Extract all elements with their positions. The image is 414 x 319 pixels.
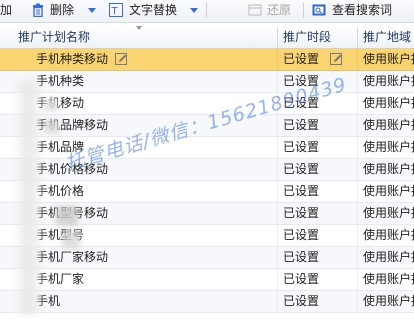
- plan-name-cell[interactable]: 手机移动: [36, 93, 276, 114]
- schedule-cell[interactable]: 已设置: [283, 159, 357, 180]
- table-row[interactable]: 手机价格已设置使用账户推广地域: [0, 181, 414, 203]
- region-cell[interactable]: 使用账户推广地域: [363, 115, 414, 136]
- table-row[interactable]: 手机种类移动已设置使用账户推广地域: [0, 49, 414, 71]
- table-row[interactable]: 手机品牌移动已设置使用账户推广地域: [0, 115, 414, 137]
- column-divider: [277, 159, 278, 181]
- region-cell[interactable]: 使用账户推广地域: [363, 225, 414, 246]
- column-divider: [277, 93, 278, 115]
- privacy-blur: [44, 120, 60, 134]
- plan-name-cell[interactable]: 手机种类: [36, 71, 276, 92]
- edit-icon[interactable]: [115, 53, 128, 66]
- column-divider: [277, 269, 278, 291]
- sort-indicator-icon[interactable]: [136, 26, 142, 30]
- schedule-cell[interactable]: 已设置: [283, 291, 357, 312]
- search-terms-icon: [312, 3, 326, 17]
- column-divider[interactable]: [277, 27, 278, 48]
- column-divider: [277, 49, 278, 71]
- plan-name-cell[interactable]: 手机种类移动: [36, 49, 276, 70]
- region-cell[interactable]: 使用账户推广地域: [363, 49, 414, 70]
- schedule-cell[interactable]: 已设置: [283, 181, 357, 202]
- schedule-cell[interactable]: 已设置: [283, 225, 357, 246]
- schedule-cell[interactable]: 已设置: [283, 203, 357, 224]
- schedule-cell[interactable]: 已设置: [283, 115, 357, 136]
- column-divider: [357, 247, 358, 269]
- column-divider: [277, 203, 278, 225]
- column-divider: [277, 71, 278, 93]
- privacy-blur: [44, 98, 58, 112]
- search-terms-button[interactable]: 查看搜索词: [332, 0, 392, 22]
- column-divider: [357, 291, 358, 313]
- schedule-cell[interactable]: 已设置: [283, 137, 357, 158]
- schedule-cell[interactable]: 已设置: [283, 247, 357, 268]
- schedule-cell[interactable]: 已设置: [283, 49, 357, 70]
- delete-dropdown-caret[interactable]: [88, 8, 96, 13]
- add-button[interactable]: 加: [0, 0, 12, 22]
- column-divider: [357, 269, 358, 291]
- toolbar-divider: [206, 3, 207, 18]
- table-row[interactable]: 手机种类已设置使用账户推广地域: [0, 71, 414, 93]
- region-cell[interactable]: 使用账户推广地域: [363, 291, 414, 312]
- column-divider: [357, 203, 358, 225]
- column-divider: [357, 71, 358, 93]
- column-divider: [357, 93, 358, 115]
- plan-name-cell[interactable]: 手机厂家: [36, 269, 276, 290]
- text-replace-icon: T: [109, 3, 123, 17]
- column-divider: [277, 247, 278, 269]
- privacy-blur: [14, 80, 44, 315]
- table-row[interactable]: 手机厂家已设置使用账户推广地域: [0, 269, 414, 291]
- schedule-cell[interactable]: 已设置: [283, 269, 357, 290]
- toolbar: 加 删除 T 文字替换 还原 查看搜索词: [0, 0, 414, 23]
- table-body: 手机种类移动已设置使用账户推广地域手机种类已设置使用账户推广地域手机移动已设置使…: [0, 49, 414, 313]
- privacy-blur: [62, 231, 80, 249]
- schedule-cell[interactable]: 已设置: [283, 93, 357, 114]
- column-divider: [357, 49, 358, 71]
- table-row[interactable]: 手机移动已设置使用账户推广地域: [0, 93, 414, 115]
- table-header: 推广计划名称 推广时段 推广地域: [0, 27, 414, 49]
- region-cell[interactable]: 使用账户推广地域: [363, 71, 414, 92]
- table-row[interactable]: 手机已设置使用账户推广地域: [0, 291, 414, 313]
- restore-button[interactable]: 还原: [267, 0, 291, 22]
- plan-name-cell[interactable]: 手机价格移动: [36, 159, 276, 180]
- toolbar-divider: [303, 3, 304, 18]
- column-divider: [357, 159, 358, 181]
- column-divider: [277, 291, 278, 313]
- plan-name-cell[interactable]: 手机价格: [36, 181, 276, 202]
- column-header-schedule[interactable]: 推广时段: [283, 27, 331, 48]
- delete-button[interactable]: 删除: [50, 0, 74, 22]
- table-row[interactable]: 手机价格移动已设置使用账户推广地域: [0, 159, 414, 181]
- column-divider[interactable]: [357, 27, 358, 48]
- column-header-plan-name[interactable]: 推广计划名称: [18, 27, 90, 48]
- text-replace-button[interactable]: 文字替换: [129, 0, 177, 22]
- region-cell[interactable]: 使用账户推广地域: [363, 181, 414, 202]
- region-cell[interactable]: 使用账户推广地域: [363, 203, 414, 224]
- column-divider: [277, 181, 278, 203]
- region-cell[interactable]: 使用账户推广地域: [363, 247, 414, 268]
- table-row[interactable]: 手机品牌已设置使用账户推广地域: [0, 137, 414, 159]
- restore-icon: [248, 3, 262, 17]
- plan-name-cell[interactable]: 手机品牌: [36, 137, 276, 158]
- column-divider: [357, 181, 358, 203]
- column-divider: [357, 115, 358, 137]
- column-divider: [277, 225, 278, 247]
- region-cell[interactable]: 使用账户推广地域: [363, 269, 414, 290]
- region-cell[interactable]: 使用账户推广地域: [363, 137, 414, 158]
- plan-name-cell[interactable]: 手机品牌移动: [36, 115, 276, 136]
- schedule-cell[interactable]: 已设置: [283, 71, 357, 92]
- svg-text:T: T: [111, 6, 119, 17]
- privacy-blur: [56, 206, 78, 226]
- column-divider: [277, 137, 278, 159]
- column-divider: [357, 137, 358, 159]
- table-row[interactable]: 手机厂家移动已设置使用账户推广地域: [0, 247, 414, 269]
- edit-icon[interactable]: [330, 53, 343, 66]
- column-divider: [277, 115, 278, 137]
- column-header-region[interactable]: 推广地域: [363, 27, 411, 48]
- plan-name-cell[interactable]: 手机厂家移动: [36, 247, 276, 268]
- text-replace-dropdown-caret[interactable]: [190, 8, 198, 13]
- plan-name-cell[interactable]: 手机: [36, 291, 276, 312]
- region-cell[interactable]: 使用账户推广地域: [363, 159, 414, 180]
- trash-icon: [31, 3, 45, 18]
- column-divider: [357, 225, 358, 247]
- region-cell[interactable]: 使用账户推广地域: [363, 93, 414, 114]
